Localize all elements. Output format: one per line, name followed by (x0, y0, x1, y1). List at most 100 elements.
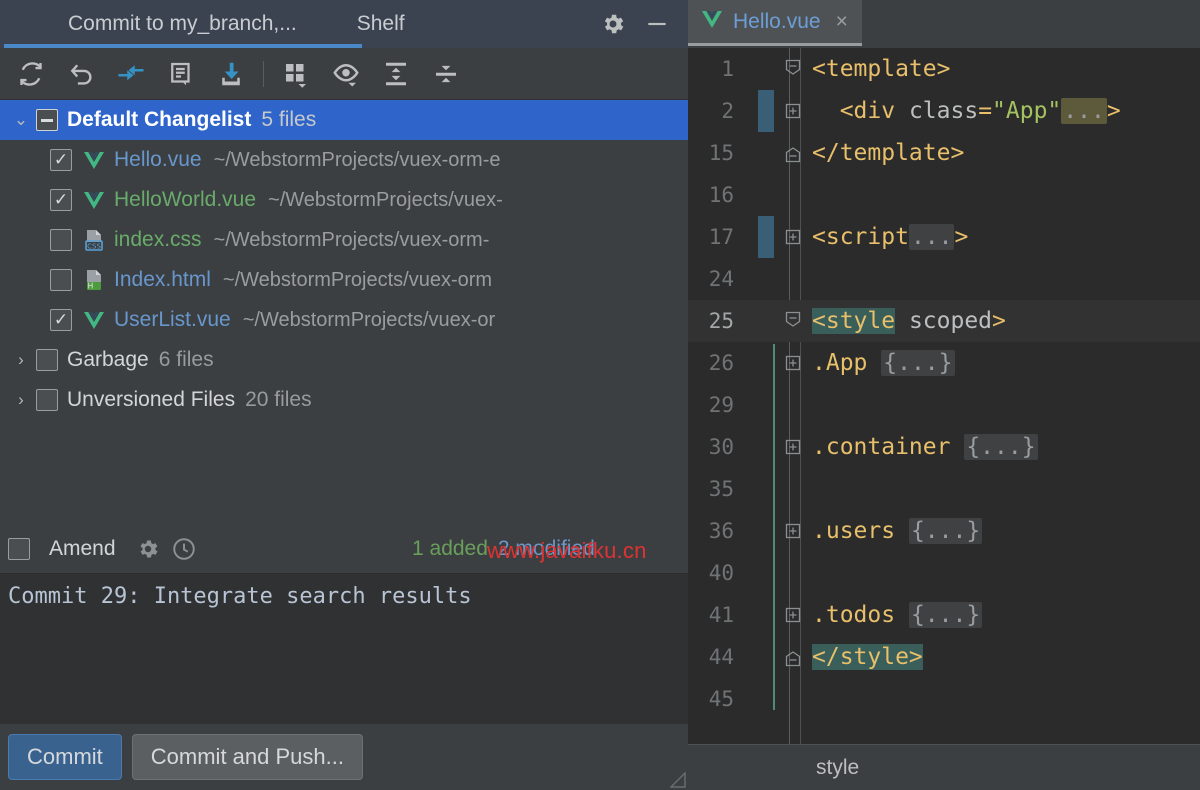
table-row[interactable]: HIndex.html~/WebstormProjects/vuex-orm (0, 260, 688, 300)
file-checkbox[interactable] (50, 269, 72, 291)
code-line[interactable]: 40 (688, 552, 1200, 594)
commit-button[interactable]: Commit (8, 734, 122, 780)
group-count: 6 files (159, 348, 214, 372)
file-path: ~/WebstormProjects/vuex-orm-e (214, 149, 501, 172)
fold-toggle-icon[interactable] (780, 606, 806, 624)
vue-file-icon (81, 188, 107, 212)
code-text: .container {...} (812, 434, 1038, 460)
changed-line-marker[interactable] (758, 216, 774, 258)
code-token: <style (812, 308, 895, 334)
code-token: .todos (812, 602, 909, 628)
commit-message-icon[interactable] (156, 52, 206, 96)
commit-message-input[interactable]: Commit 29: Integrate search results (0, 573, 688, 724)
breadcrumb-style[interactable]: style (816, 756, 859, 780)
update-project-icon[interactable] (206, 52, 256, 96)
line-number: 44 (688, 645, 744, 669)
expand-all-icon[interactable] (371, 52, 421, 96)
file-path: ~/WebstormProjects/vuex-orm (223, 269, 492, 292)
table-row[interactable]: CSSindex.css~/WebstormProjects/vuex-orm- (0, 220, 688, 260)
code-text: .App {...} (812, 350, 955, 376)
editor-tab-hello-vue[interactable]: Hello.vue × (688, 0, 862, 46)
active-tab-underline (4, 44, 362, 48)
amend-checkbox[interactable] (8, 538, 30, 560)
show-diff-icon[interactable] (106, 52, 156, 96)
group-checkbox[interactable] (36, 349, 58, 371)
line-number: 30 (688, 435, 744, 459)
code-token: </style> (812, 644, 923, 670)
preview-diff-eye-icon[interactable] (321, 52, 371, 96)
settings-gear-icon[interactable] (598, 9, 628, 39)
file-checkbox[interactable] (50, 149, 72, 171)
group-by-icon[interactable] (271, 52, 321, 96)
code-line[interactable]: 25<style scoped> (688, 300, 1200, 342)
code-line[interactable]: 17<script...> (688, 216, 1200, 258)
code-line[interactable]: 30 .container {...} (688, 426, 1200, 468)
fold-toggle-icon[interactable] (780, 522, 806, 540)
refresh-icon[interactable] (6, 52, 56, 96)
code-line[interactable]: 24 (688, 258, 1200, 300)
tab-commit-to-branch[interactable]: Commit to my_branch,... (52, 1, 313, 47)
commit-tool-window: Commit to my_branch,... Shelf (0, 0, 688, 790)
code-line[interactable]: 44 </style> (688, 636, 1200, 678)
code-line[interactable]: 29 (688, 384, 1200, 426)
code-text: <div class="App"...> (812, 98, 1121, 124)
fold-toggle-icon[interactable] (780, 310, 806, 332)
line-number: 2 (688, 99, 744, 123)
commit-options-gear-icon[interactable] (130, 537, 166, 561)
table-row[interactable]: HelloWorld.vue~/WebstormProjects/vuex- (0, 180, 688, 220)
code-line[interactable]: 41.todos {...} (688, 594, 1200, 636)
chevron-right-icon[interactable]: › (6, 350, 36, 370)
fold-toggle-icon[interactable] (780, 228, 806, 246)
fold-toggle-icon[interactable] (780, 354, 806, 372)
svg-text:CSS: CSS (87, 242, 101, 250)
code-line[interactable]: 16 (688, 174, 1200, 216)
line-number: 24 (688, 267, 744, 291)
chevron-right-icon[interactable]: › (6, 390, 36, 410)
vue-file-icon (81, 308, 107, 332)
resize-grip-icon[interactable] (670, 772, 686, 788)
code-token: = (978, 98, 992, 124)
editor-tab-label: Hello.vue (733, 10, 821, 34)
file-checkbox[interactable] (50, 229, 72, 251)
minimize-icon[interactable] (642, 9, 672, 39)
commit-and-push-button[interactable]: Commit and Push... (132, 734, 363, 780)
fold-toggle-icon[interactable] (780, 142, 806, 164)
chevron-down-icon[interactable]: ⌄ (6, 110, 36, 130)
fold-toggle-icon[interactable] (780, 438, 806, 456)
code-line[interactable]: 45 (688, 678, 1200, 720)
changed-line-marker[interactable] (758, 90, 774, 132)
file-checkbox[interactable] (50, 309, 72, 331)
code-text: <script...> (812, 224, 968, 250)
code-line[interactable]: 26.App {...} (688, 342, 1200, 384)
commit-actions-bar: Commit Commit and Push... (0, 724, 688, 790)
file-path: ~/WebstormProjects/vuex-or (243, 309, 496, 332)
code-line[interactable]: 35 (688, 468, 1200, 510)
fold-toggle-icon[interactable] (780, 58, 806, 80)
changelist-row[interactable]: ⌄Default Changelist5 files (0, 100, 688, 140)
table-row[interactable]: Hello.vue ~/WebstormProjects/vuex-orm-e (0, 140, 688, 180)
line-number: 1 (688, 57, 744, 81)
table-row[interactable]: UserList.vue~/WebstormProjects/vuex-or (0, 300, 688, 340)
code-line[interactable]: 2 <div class="App"...> (688, 90, 1200, 132)
changes-tree[interactable]: ⌄Default Changelist5 files Hello.vue ~/Web… (0, 100, 688, 525)
fold-toggle-icon[interactable] (780, 102, 806, 120)
code-line[interactable]: 15</template> (688, 132, 1200, 174)
html-file-icon: H (81, 268, 107, 292)
commit-status-counts: 1 added 2 modified (412, 525, 595, 573)
rollback-icon[interactable] (56, 52, 106, 96)
code-line[interactable]: 36.users {...} (688, 510, 1200, 552)
changelist-checkbox[interactable] (36, 109, 58, 131)
list-item[interactable]: ›Garbage6 files (0, 340, 688, 380)
commit-history-clock-icon[interactable] (166, 536, 202, 562)
code-editor-area[interactable]: 1<template>2 <div class="App"...>15</tem… (688, 48, 1200, 744)
file-checkbox[interactable] (50, 189, 72, 211)
list-item[interactable]: ›Unversioned Files20 files (0, 380, 688, 420)
tab-shelf[interactable]: Shelf (341, 1, 421, 47)
group-checkbox[interactable] (36, 389, 58, 411)
code-line[interactable]: 1<template> (688, 48, 1200, 90)
file-name: Hello.vue (114, 148, 202, 172)
svg-text:H: H (88, 282, 94, 291)
close-icon[interactable]: × (836, 10, 848, 34)
collapse-all-icon[interactable] (421, 52, 471, 96)
fold-toggle-icon[interactable] (780, 646, 806, 668)
